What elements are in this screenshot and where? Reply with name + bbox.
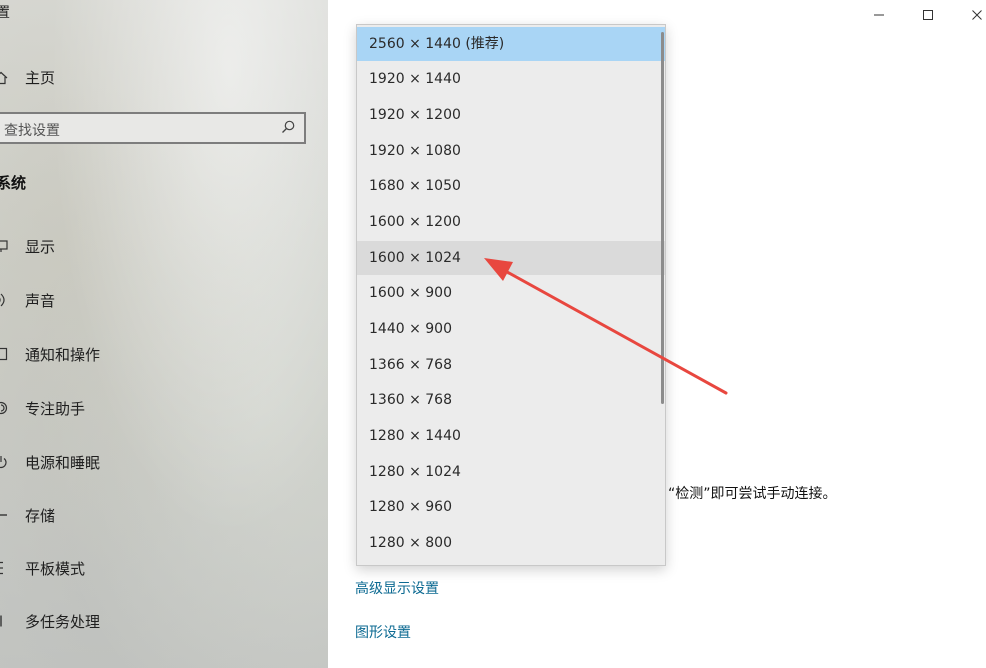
- moon-icon: [0, 401, 8, 415]
- search-icon: [280, 119, 296, 139]
- resolution-option[interactable]: 1440 × 900: [357, 312, 665, 346]
- sidebar-item-display[interactable]: 显示: [0, 232, 320, 262]
- close-icon: [972, 10, 982, 20]
- resolution-dropdown-list[interactable]: 2560 × 1440 (推荐) 1920 × 1440 1920 × 1200…: [356, 24, 666, 566]
- resolution-option[interactable]: 1600 × 1024: [357, 241, 665, 275]
- resolution-option[interactable]: 1366 × 768: [357, 348, 665, 382]
- sidebar-item-focus-assist[interactable]: 专注助手: [0, 394, 320, 424]
- advanced-display-settings-link[interactable]: 高级显示设置: [355, 578, 439, 598]
- minimize-icon: [874, 14, 884, 16]
- sidebar-item-label: 通知和操作: [25, 346, 101, 364]
- sidebar-item-label: 平板模式: [25, 560, 86, 578]
- sidebar-item-sound[interactable]: 声音: [0, 286, 320, 316]
- storage-icon: [0, 508, 8, 522]
- resolution-option[interactable]: 1600 × 900: [357, 276, 665, 310]
- sidebar-item-label: 存储: [25, 507, 56, 525]
- resolution-option[interactable]: 1920 × 1440: [357, 62, 665, 96]
- search-placeholder: 查找设置: [4, 123, 60, 139]
- sidebar-item-label: 主页: [25, 69, 56, 87]
- resolution-option[interactable]: 1360 × 768: [357, 383, 665, 417]
- sidebar-item-label: 声音: [25, 292, 56, 310]
- sidebar-item-notifications[interactable]: 通知和操作: [0, 340, 320, 370]
- detect-hint-text: “检测”即可尝试手动连接。: [668, 486, 837, 502]
- dropdown-scrollbar[interactable]: [661, 32, 664, 404]
- resolution-option[interactable]: 1280 × 1024: [357, 455, 665, 489]
- monitor-icon: [0, 239, 8, 253]
- resolution-option[interactable]: 1280 × 1440: [357, 419, 665, 453]
- sidebar-item-label: 显示: [25, 238, 56, 256]
- resolution-option[interactable]: 2560 × 1440 (推荐): [357, 27, 665, 61]
- section-title: 系统: [0, 174, 27, 192]
- multitask-icon: [0, 614, 8, 628]
- minimize-button[interactable]: [856, 0, 902, 30]
- resolution-option[interactable]: 1680 × 1050: [357, 169, 665, 203]
- sidebar-item-label: 专注助手: [25, 400, 86, 418]
- graphics-settings-link[interactable]: 图形设置: [355, 622, 411, 642]
- sidebar-item-label: 多任务处理: [25, 613, 101, 631]
- maximize-button[interactable]: [905, 0, 951, 30]
- resolution-option[interactable]: 1600 × 1200: [357, 205, 665, 239]
- resolution-option[interactable]: 1280 × 800: [357, 526, 665, 560]
- sidebar-item-label: 电源和睡眠: [25, 454, 101, 472]
- close-button[interactable]: [954, 0, 986, 30]
- maximize-icon: [923, 10, 933, 20]
- resolution-option[interactable]: 1920 × 1080: [357, 134, 665, 168]
- resolution-option[interactable]: 1280 × 960: [357, 490, 665, 524]
- power-icon: [0, 455, 8, 469]
- sidebar-item-multitasking[interactable]: 多任务处理: [0, 607, 320, 637]
- sidebar-item-storage[interactable]: 存储: [0, 501, 320, 531]
- sidebar-item-power-sleep[interactable]: 电源和睡眠: [0, 448, 320, 478]
- home-icon: [0, 71, 8, 85]
- speaker-icon: [0, 293, 8, 307]
- sidebar-item-tablet-mode[interactable]: 平板模式: [0, 554, 320, 584]
- settings-sidebar: 置 主页 查找设置 系统 显示 声音 通知和操作 专注助手 电源和睡眠 存储 平…: [0, 0, 328, 668]
- window-title: 置: [0, 5, 10, 21]
- notification-icon: [0, 347, 8, 361]
- search-input[interactable]: 查找设置: [0, 112, 306, 144]
- resolution-option[interactable]: 1920 × 1200: [357, 98, 665, 132]
- tablet-icon: [0, 561, 8, 575]
